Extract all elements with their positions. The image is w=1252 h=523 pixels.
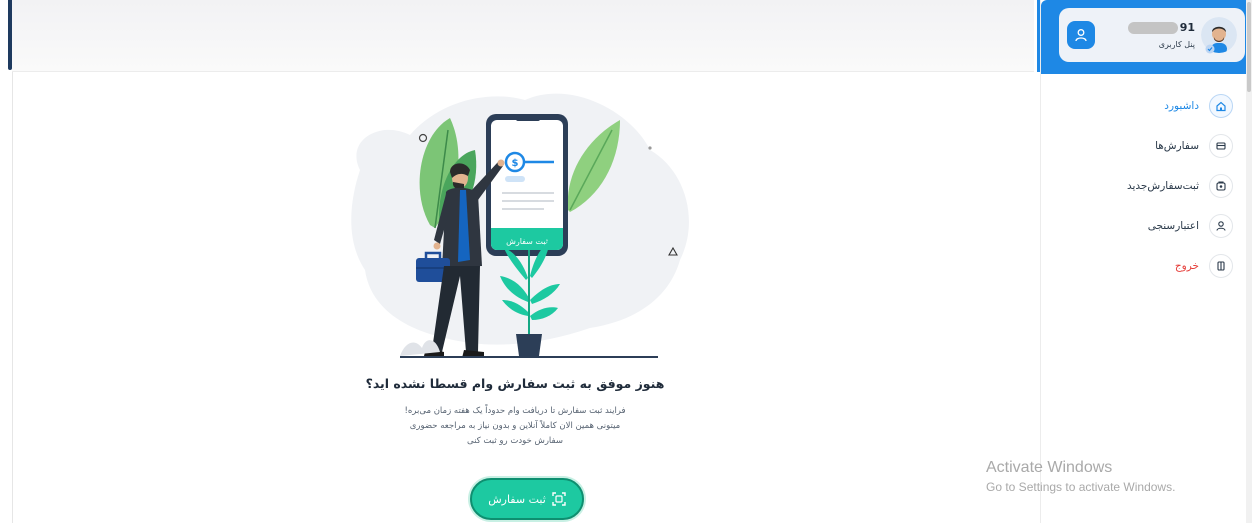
sidebar-item-label: اعتبارسنجی xyxy=(1147,220,1199,232)
place-order-button-label: ثبت سفارش xyxy=(488,492,546,506)
watermark-subtitle: Go to Settings to activate Windows. xyxy=(986,480,1176,494)
logout-icon xyxy=(1209,254,1233,278)
user-check-icon xyxy=(1209,214,1233,238)
sidebar-item-label: داشبورد xyxy=(1164,100,1199,112)
sidebar: 91 پنل کاربری داشبورد xyxy=(1040,0,1247,523)
empty-orders-illustration: $ ثبت سفارش xyxy=(351,93,689,358)
home-icon xyxy=(1209,94,1233,118)
app-window: $ ثبت سفارش هنوز موفق به ثبت سفارش وام ق… xyxy=(0,0,1252,523)
place-order-button[interactable]: ثبت سفارش xyxy=(470,478,584,520)
sidebar-item-dashboard[interactable]: داشبورد xyxy=(1041,86,1247,126)
sidebar-item-orders[interactable]: سفارش‌ها xyxy=(1041,126,1247,166)
profile-text: 91 پنل کاربری xyxy=(1095,21,1201,49)
phone-order-button-label: ثبت سفارش xyxy=(506,237,548,246)
svg-text:$: $ xyxy=(512,158,519,169)
sidebar-menu: داشبورد سفارش‌ها ثبت‌سفارش‌جدید اعتبارسن… xyxy=(1041,86,1247,286)
sidebar-item-label: سفارش‌ها xyxy=(1155,140,1199,152)
user-panel-label: پنل کاربری xyxy=(1158,40,1195,49)
windows-activation-watermark: Activate Windows Go to Settings to activ… xyxy=(986,459,1175,494)
user-icon xyxy=(1075,29,1087,42)
profile-user-button[interactable] xyxy=(1067,21,1095,49)
sidebar-item-label: خروج xyxy=(1174,260,1199,272)
top-header-bar xyxy=(12,0,1034,72)
description-line: سفارش خودت رو ثبت کنی xyxy=(467,436,563,446)
verified-shield-icon xyxy=(1205,44,1215,54)
sidebar-item-credit-check[interactable]: اعتبارسنجی xyxy=(1041,206,1247,246)
order-scan-icon xyxy=(552,492,566,506)
description-line: میتونی همین الان کاملاً آنلاین و بدون نی… xyxy=(409,421,621,431)
user-profile-card[interactable]: 91 پنل کاربری xyxy=(1059,8,1245,62)
sidebar-item-label: ثبت‌سفارش‌جدید xyxy=(1126,180,1199,192)
empty-state-description: فرایند ثبت سفارش تا دریافت وام حدوداً یک… xyxy=(370,404,660,449)
sidebar-item-new-order[interactable]: ثبت‌سفارش‌جدید xyxy=(1041,166,1247,206)
scrollbar-thumb[interactable] xyxy=(1247,2,1251,92)
masked-phone-number xyxy=(1127,22,1178,34)
user-id: 91 xyxy=(1095,21,1195,34)
description-line: فرایند ثبت سفارش تا دریافت وام حدوداً یک… xyxy=(404,406,626,416)
phone-mockup: $ xyxy=(486,114,568,256)
empty-state-title: هنوز موفق به ثبت سفارش وام قسطا نشده اید… xyxy=(365,376,665,391)
watermark-title: Activate Windows xyxy=(986,459,1113,476)
new-order-icon xyxy=(1209,174,1233,198)
orders-icon xyxy=(1209,134,1233,158)
sidebar-item-logout[interactable]: خروج xyxy=(1041,246,1247,286)
